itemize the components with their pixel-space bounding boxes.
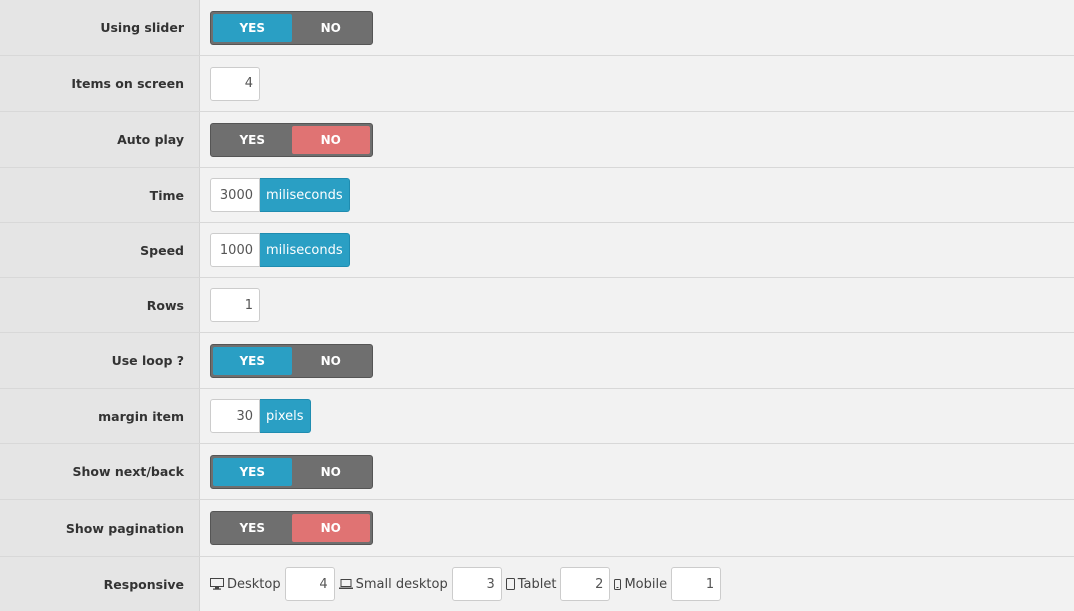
desktop-label: Desktop: [227, 576, 281, 592]
auto-play-yes[interactable]: YES: [213, 126, 292, 154]
show-pagination-label: Show pagination: [0, 500, 200, 556]
items-on-screen-input[interactable]: 4: [210, 66, 260, 101]
use-loop-no[interactable]: NO: [292, 347, 371, 375]
responsive-desktop: Desktop 4: [210, 567, 335, 601]
auto-play-no[interactable]: NO: [291, 125, 370, 154]
row-auto-play: Auto play YES NO: [0, 112, 1074, 168]
row-use-loop: Use loop ? YES NO: [0, 333, 1074, 389]
row-rows: Rows 1: [0, 278, 1074, 333]
tablet-input[interactable]: 2: [560, 567, 611, 601]
laptop-icon: [338, 578, 353, 590]
auto-play-toggle: YES NO: [210, 122, 373, 157]
use-loop-label: Use loop ?: [0, 333, 200, 388]
speed-input-group: 1000 miliseconds: [210, 233, 350, 267]
row-time: Time 3000 miliseconds: [0, 168, 1074, 223]
responsive-mobile: Mobile 1: [614, 567, 722, 601]
time-unit-addon: miliseconds: [260, 178, 350, 212]
show-pagination-no[interactable]: NO: [291, 514, 370, 542]
rows-input[interactable]: 1: [210, 288, 260, 322]
row-speed: Speed 1000 miliseconds: [0, 223, 1074, 278]
mobile-icon: [614, 578, 622, 590]
row-show-pagination: Show pagination YES NO: [0, 500, 1074, 557]
using-slider-label: Using slider: [0, 0, 200, 55]
row-show-next-back: Show next/back YES NO: [0, 444, 1074, 500]
show-next-back-no[interactable]: NO: [292, 458, 371, 486]
row-responsive: Responsive Desktop 4 Small desktop 3 Tab…: [0, 557, 1074, 611]
show-next-back-label: Show next/back: [0, 444, 200, 499]
row-margin-item: margin item 30 pixels: [0, 389, 1074, 444]
margin-item-unit-addon: pixels: [260, 399, 311, 433]
show-next-back-yes[interactable]: YES: [213, 457, 292, 486]
speed-unit-addon: miliseconds: [260, 233, 350, 267]
responsive-label: Responsive: [0, 557, 200, 611]
show-pagination-toggle: YES NO: [210, 511, 373, 545]
mobile-input[interactable]: 1: [671, 567, 722, 601]
slider-settings-form: Using slider YES NO Items on screen 4 Au…: [0, 0, 1074, 611]
desktop-input[interactable]: 4: [284, 567, 335, 601]
margin-item-input[interactable]: 30: [210, 399, 260, 433]
time-input-group: 3000 miliseconds: [210, 178, 350, 212]
row-using-slider: Using slider YES NO: [0, 0, 1074, 56]
show-pagination-yes[interactable]: YES: [213, 514, 292, 542]
margin-item-input-group: 30 pixels: [210, 399, 311, 433]
desktop-icon: [210, 578, 224, 590]
tablet-icon: [505, 578, 515, 590]
responsive-tablet: Tablet 2: [505, 567, 611, 601]
using-slider-yes[interactable]: YES: [213, 13, 292, 42]
margin-item-label: margin item: [0, 389, 200, 443]
using-slider-toggle: YES NO: [210, 10, 373, 45]
show-next-back-toggle: YES NO: [210, 454, 373, 489]
rows-label: Rows: [0, 278, 200, 332]
time-input[interactable]: 3000: [210, 178, 260, 212]
mobile-label: Mobile: [624, 576, 668, 592]
responsive-small-desktop: Small desktop 3: [338, 567, 502, 601]
small-desktop-input[interactable]: 3: [451, 567, 502, 601]
speed-label: Speed: [0, 223, 200, 277]
small-desktop-label: Small desktop: [355, 576, 448, 592]
using-slider-no[interactable]: NO: [292, 14, 371, 42]
tablet-label: Tablet: [517, 576, 557, 592]
auto-play-label: Auto play: [0, 112, 200, 167]
row-items-on-screen: Items on screen 4: [0, 56, 1074, 112]
items-on-screen-label: Items on screen: [0, 56, 200, 111]
use-loop-toggle: YES NO: [210, 343, 373, 378]
time-label: Time: [0, 168, 200, 222]
use-loop-yes[interactable]: YES: [213, 346, 292, 375]
speed-input[interactable]: 1000: [210, 233, 260, 267]
